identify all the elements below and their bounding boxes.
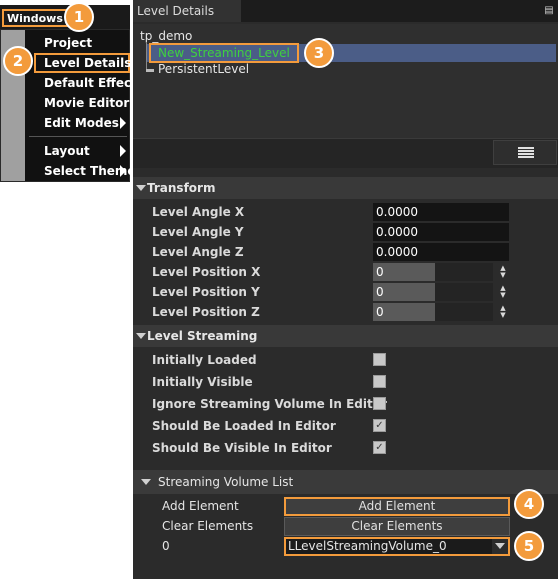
label-level-angle-y: Level Angle Y <box>152 225 244 239</box>
label-level-position-y: Level Position Y <box>152 285 260 299</box>
label-should-be-visible-in-editor: Should Be Visible In Editor <box>152 441 332 455</box>
label-initially-loaded: Initially Loaded <box>152 353 257 367</box>
chevron-down-icon[interactable] <box>492 539 508 554</box>
callout-badge-3: 3 <box>304 38 334 68</box>
streaming-volume-selected-value: LLevelStreamingVolume_0 <box>288 539 447 553</box>
spinner-arrows-icon[interactable]: ▲ ▼ <box>499 265 507 279</box>
label-clear-elements: Clear Elements <box>162 519 254 533</box>
position-field-track <box>435 283 493 301</box>
tab-strip: Level Details ▤ <box>133 0 558 22</box>
submenu-arrow-icon <box>120 165 126 177</box>
menu-item-edit-modes[interactable]: Edit Modes <box>44 115 119 131</box>
checkbox-ignore-streaming-volume[interactable] <box>373 397 386 410</box>
menu-item-project[interactable]: Project <box>44 35 92 51</box>
spinner-arrows-icon[interactable]: ▲ ▼ <box>499 305 507 319</box>
level-details-panel: Level Details ▤ tp_demo New_Streaming_Le… <box>133 0 558 579</box>
position-field-track <box>435 263 493 281</box>
label-level-position-z: Level Position Z <box>152 305 260 319</box>
checkbox-should-be-visible-in-editor[interactable]: ✓ <box>373 441 386 454</box>
position-field-track <box>435 303 493 321</box>
level-tree: tp_demo New_Streaming_Level PersistentLe… <box>133 24 558 138</box>
callout-badge-4: 4 <box>514 489 544 519</box>
tree-root-tp-demo[interactable]: tp_demo <box>140 29 192 43</box>
input-level-position-y[interactable]: 0 <box>373 283 435 301</box>
submenu-arrow-icon <box>120 117 126 129</box>
checkbox-should-be-loaded-in-editor[interactable]: ✓ <box>373 419 386 432</box>
details-toolbar <box>133 138 558 168</box>
label-ignore-streaming-volume: Ignore Streaming Volume In Editor <box>152 397 387 411</box>
section-level-streaming-title: Level Streaming <box>147 329 258 343</box>
submenu-arrow-icon <box>120 145 126 157</box>
label-initially-visible: Initially Visible <box>152 375 253 389</box>
section-streaming-volume-list-title: Streaming Volume List <box>158 475 294 489</box>
input-level-position-x[interactable]: 0 <box>373 263 435 281</box>
filter-button[interactable] <box>493 140 557 165</box>
collapse-triangle-icon <box>141 479 151 485</box>
menu-item-layout[interactable]: Layout <box>44 143 90 159</box>
label-add-element: Add Element <box>162 499 239 513</box>
collapse-triangle-icon <box>136 185 146 191</box>
input-level-angle-x[interactable]: 0.0000 <box>373 203 509 221</box>
section-transform-title: Transform <box>147 181 216 195</box>
menu-separator <box>29 136 127 137</box>
label-level-angle-z: Level Angle Z <box>152 245 244 259</box>
section-streaming-volume-list-header[interactable]: Streaming Volume List <box>133 470 558 494</box>
callout-badge-2: 2 <box>3 46 33 76</box>
input-level-position-z[interactable]: 0 <box>373 303 435 321</box>
input-level-angle-y[interactable]: 0.0000 <box>373 223 509 241</box>
tree-connector <box>146 42 147 72</box>
filter-lines-icon <box>518 147 534 159</box>
menu-item-level-details[interactable]: Level Details <box>34 53 131 73</box>
tab-level-details[interactable]: Level Details <box>133 0 241 22</box>
label-level-angle-x: Level Angle X <box>152 205 245 219</box>
add-element-button[interactable]: Add Element <box>284 497 510 516</box>
checkbox-initially-visible[interactable] <box>373 375 386 388</box>
clear-elements-button[interactable]: Clear Elements <box>284 517 510 536</box>
input-level-angle-z[interactable]: 0.0000 <box>373 243 509 261</box>
checkbox-initially-loaded[interactable] <box>373 353 386 366</box>
label-element-index: 0 <box>162 539 170 553</box>
pin-icon[interactable]: ▤ <box>543 5 555 17</box>
windows-menu-button[interactable]: Windows <box>2 9 68 27</box>
streaming-volume-select[interactable]: LLevelStreamingVolume_0 <box>284 537 510 556</box>
collapse-triangle-icon <box>136 333 146 339</box>
tree-connector-cap <box>146 69 154 72</box>
tree-node-persistent-level[interactable]: PersistentLevel <box>158 62 249 76</box>
tree-node-new-streaming-level[interactable]: New_Streaming_Level <box>149 43 299 63</box>
callout-badge-5: 5 <box>514 531 544 561</box>
section-transform-header[interactable]: Transform <box>133 177 558 199</box>
label-level-position-x: Level Position X <box>152 265 261 279</box>
menu-item-movie-editor[interactable]: Movie Editor <box>44 95 129 111</box>
spinner-arrows-icon[interactable]: ▲ ▼ <box>499 285 507 299</box>
menu-item-default-effect[interactable]: Default Effect <box>44 75 137 91</box>
callout-badge-1: 1 <box>64 2 94 32</box>
section-level-streaming-header[interactable]: Level Streaming <box>133 325 558 347</box>
label-should-be-loaded-in-editor: Should Be Loaded In Editor <box>152 419 336 433</box>
